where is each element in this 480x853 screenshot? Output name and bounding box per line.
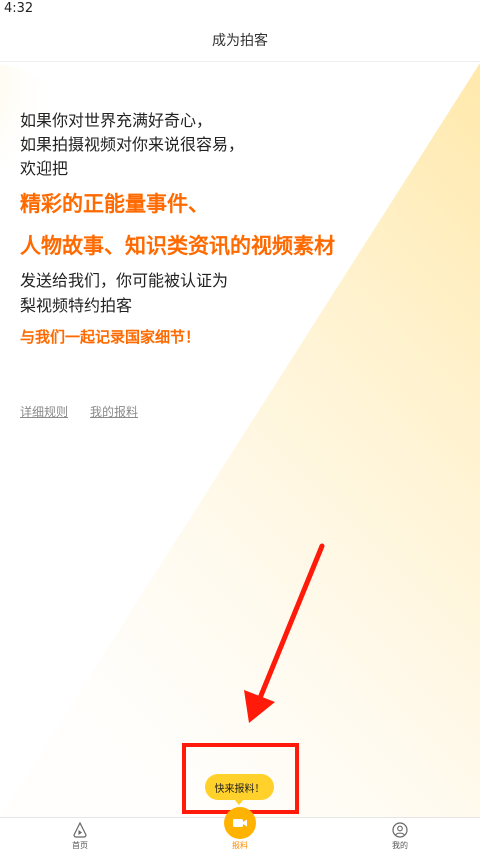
tab-mine-label: 我的 (392, 841, 408, 850)
intro-line-5: 梨视频特约拍客 (20, 296, 133, 315)
status-bar: 4:32 (0, 0, 480, 18)
user-icon (392, 822, 408, 838)
intro-line-4: 发送给我们，你可能被认证为 (20, 271, 229, 290)
report-button[interactable] (224, 807, 256, 839)
report-tooltip[interactable]: 快来报料！ (205, 774, 274, 800)
annotation-arrow (244, 543, 325, 723)
highlight-line-1: 精彩的正能量事件、 (20, 192, 209, 216)
tab-home-label: 首页 (72, 841, 88, 850)
page-title: 成为拍客 (212, 32, 268, 49)
my-reports-link[interactable]: 我的报料 (90, 403, 138, 420)
call-to-action: 与我们一起记录国家细节！ (20, 328, 201, 346)
home-play-icon (73, 822, 87, 838)
intro-line-2: 如果拍摄视频对你来说很容易， (20, 135, 245, 154)
highlight-line-2: 人物故事、知识类资讯的视频素材 (20, 234, 335, 258)
rules-link[interactable]: 详细规则 (20, 403, 68, 420)
tab-report-label: 报料 (232, 841, 248, 850)
tab-home[interactable]: 首页 (40, 818, 120, 853)
tooltip-text: 快来报料！ (214, 783, 265, 795)
camera-icon (233, 819, 247, 827)
link-row: 详细规则 我的报料 (20, 403, 138, 420)
intro-line-1: 如果你对世界充满好奇心， (20, 111, 213, 130)
navigation-bar: 成为拍客 (0, 18, 480, 62)
intro-line-3: 欢迎把 (20, 159, 69, 178)
tab-mine[interactable]: 我的 (360, 818, 440, 853)
tooltip-tail (234, 799, 244, 805)
status-time: 4:32 (4, 1, 34, 16)
